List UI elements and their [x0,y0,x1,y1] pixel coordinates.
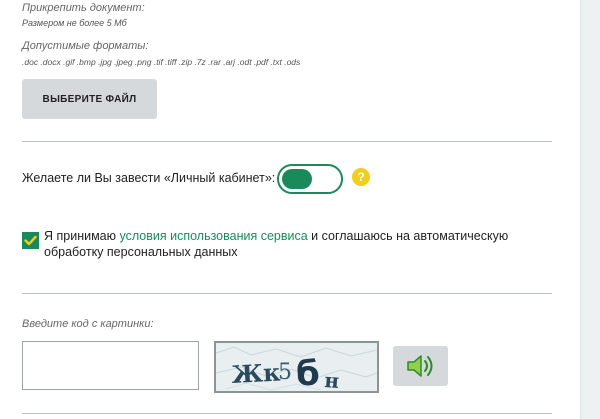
allowed-formats-list: .doc .docx .gif .bmp .jpg .jpeg .png .ti… [22,57,301,67]
attach-document-label: Прикрепить документ: [22,2,145,14]
terms-checkbox[interactable] [22,232,39,249]
terms-consent-text: Я принимаю условия использования сервиса… [44,228,564,260]
allowed-formats-label: Допустимые форматы: [22,40,149,52]
terms-of-service-link[interactable]: условия использования сервиса [119,229,307,243]
section-divider [22,141,552,142]
svg-text:Жк: Жк [231,357,282,389]
speaker-icon [406,355,432,377]
section-divider [22,413,552,414]
checkmark-icon [24,235,37,246]
svg-text:5: 5 [278,360,292,385]
help-icon[interactable]: ? [352,168,370,186]
personal-cabinet-question: Желаете ли Вы завести «Личный кабинет»: [22,171,276,185]
svg-text:н: н [324,368,340,391]
form-panel: Прикрепить документ: Размером не более 5… [0,0,580,419]
file-size-note: Размером не более 5 Мб [22,18,127,28]
consent-text-before: Я принимаю [44,229,120,243]
captcha-audio-button[interactable] [393,346,448,386]
svg-text:б: б [296,354,320,391]
captcha-image: Жк 5 б н [214,341,379,393]
captcha-graphic: Жк 5 б н [216,346,377,391]
section-divider [22,293,552,294]
page-margin [580,0,600,419]
personal-cabinet-toggle[interactable] [277,164,343,194]
toggle-knob [282,169,312,189]
captcha-input[interactable] [22,341,199,390]
choose-file-button[interactable]: ВЫБЕРИТЕ ФАЙЛ [22,79,157,119]
captcha-label: Введите код с картинки: [22,318,154,330]
